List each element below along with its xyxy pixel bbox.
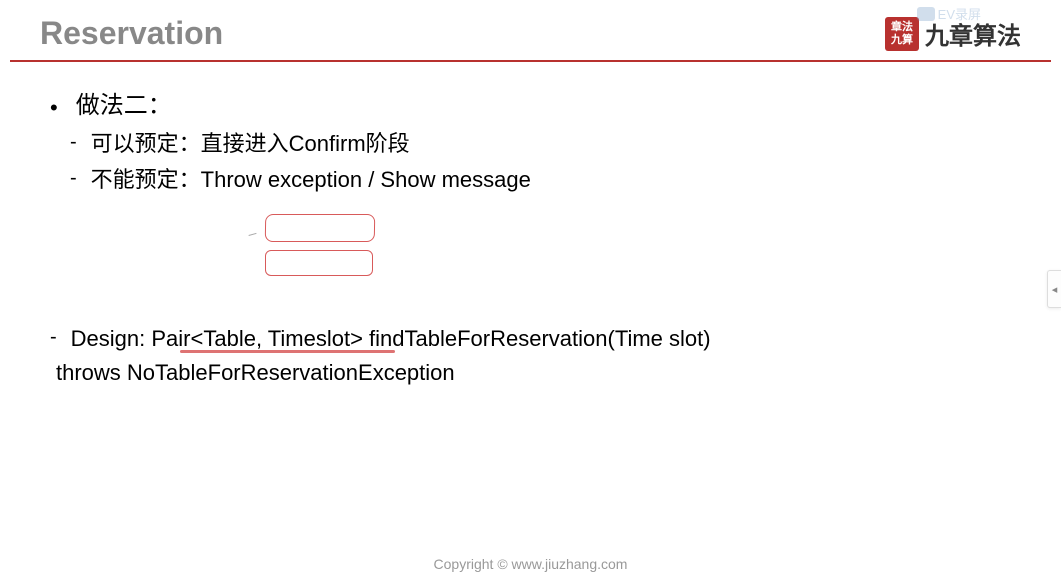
underline-annotation-icon xyxy=(180,350,395,353)
sub-bullet-2-text: 不能预定：Throw exception / Show message xyxy=(91,163,531,197)
slide-header: Reservation 章法 九算 九章算法 xyxy=(0,0,1061,60)
sub-bullet-row-2: - 不能预定：Throw exception / Show message xyxy=(50,163,1011,197)
watermark: EV录屏 xyxy=(917,4,981,23)
main-bullet-row: • 做法二： xyxy=(50,87,1011,125)
design-section: - Design: Pair<Table, Timeslot> findTabl… xyxy=(50,322,1011,390)
hand-drawing xyxy=(250,212,390,292)
small-stroke-icon xyxy=(247,229,256,236)
design-line-2-text: throws NoTableForReservationException xyxy=(56,356,1011,390)
copyright-footer: Copyright © www.jiuzhang.com xyxy=(0,556,1061,572)
sub-bullet-row-1: - 可以预定：直接进入Confirm阶段 xyxy=(50,127,1011,161)
sub-bullet-1-text: 可以预定：直接进入Confirm阶段 xyxy=(91,127,410,161)
slide-content: • 做法二： - 可以预定：直接进入Confirm阶段 - 不能预定：Throw… xyxy=(0,62,1061,390)
main-bullet-text: 做法二： xyxy=(76,87,172,124)
dash-icon: - xyxy=(70,163,77,194)
ev-icon xyxy=(917,7,935,21)
logo-seal-icon: 章法 九算 xyxy=(885,17,919,51)
bullet-icon: • xyxy=(50,91,58,125)
dash-icon: - xyxy=(70,127,77,158)
watermark-text: EV录屏 xyxy=(938,4,981,23)
design-line-1-row: - Design: Pair<Table, Timeslot> findTabl… xyxy=(50,322,1011,356)
slide-title: Reservation xyxy=(40,15,223,52)
chevron-left-icon: ◂ xyxy=(1052,283,1058,296)
side-expand-tab[interactable]: ◂ xyxy=(1047,270,1061,308)
dash-icon: - xyxy=(50,322,57,353)
hand-rect-top-icon xyxy=(265,214,375,242)
hand-rect-bottom-icon xyxy=(265,250,373,276)
